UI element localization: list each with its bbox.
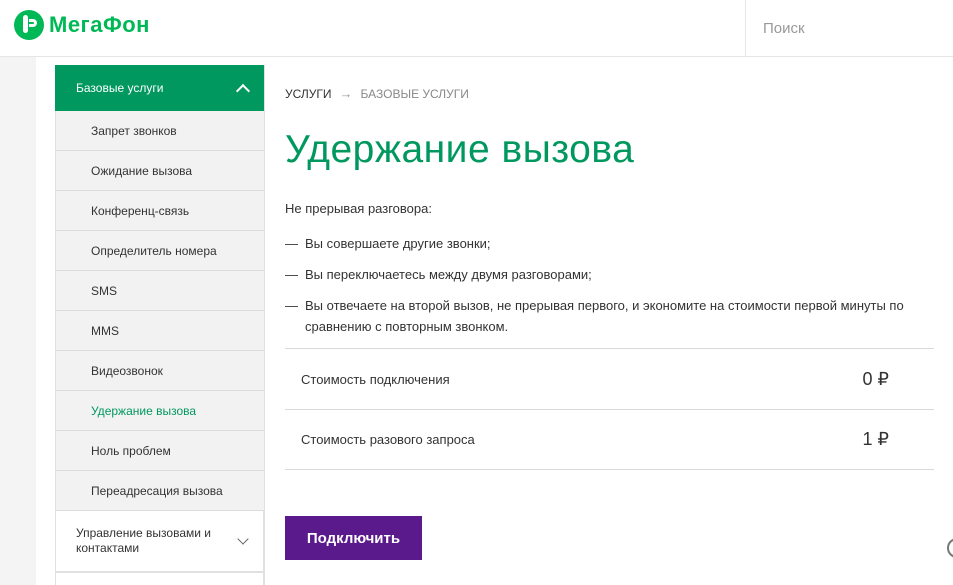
sidebar-item-conference[interactable]: Конференц-связь <box>56 191 264 231</box>
list-item-text: Вы переключаетесь между двумя разговорам… <box>305 267 592 282</box>
sidebar-group-next[interactable] <box>55 572 264 585</box>
sidebar-group-call-management[interactable]: Управление вызовами и контактами <box>55 511 264 572</box>
intro-text: Не прерывая разговора: <box>285 201 432 216</box>
dash-marker: — <box>285 267 298 282</box>
sidebar: Базовые услуги Запрет звонков Ожидание в… <box>55 65 265 585</box>
breadcrumb-basic-services[interactable]: БАЗОВЫЕ УСЛУГИ <box>361 87 469 101</box>
list-item: — Вы совершаете другие звонки; <box>285 233 905 254</box>
sidebar-item-call-barring[interactable]: Запрет звонков <box>56 111 264 151</box>
megafon-logo-icon <box>14 10 44 40</box>
sidebar-item-mms[interactable]: MMS <box>56 311 264 351</box>
sidebar-item-call-forwarding[interactable]: Переадресация вызова <box>56 471 264 511</box>
breadcrumb: УСЛУГИ → БАЗОВЫЕ УСЛУГИ <box>285 86 469 101</box>
sidebar-item-zero-problems[interactable]: Ноль проблем <box>56 431 264 471</box>
sidebar-section-header[interactable]: Базовые услуги <box>55 65 264 111</box>
search-box[interactable] <box>745 0 953 56</box>
price-value: 0 ₽ <box>862 368 889 389</box>
page-margin <box>0 57 36 585</box>
sidebar-item-video-call[interactable]: Видеозвонок <box>56 351 264 391</box>
price-label: Стоимость подключения <box>301 371 450 387</box>
feature-list: — Вы совершаете другие звонки; — Вы перекл… <box>285 233 905 347</box>
sidebar-section-title: Базовые услуги <box>76 81 164 95</box>
list-item-text: Вы отвечаете на второй вызов, не прерыва… <box>305 298 904 334</box>
list-item-text: Вы совершаете другие звонки; <box>305 236 491 251</box>
page-title: Удержание вызова <box>285 128 635 171</box>
breadcrumb-services[interactable]: УСЛУГИ <box>285 87 332 101</box>
sidebar-item-call-waiting[interactable]: Ожидание вызова <box>56 151 264 191</box>
logo-text: МегаФон <box>49 12 150 37</box>
connect-button[interactable]: Подключить <box>285 516 422 560</box>
chevron-down-icon <box>237 533 249 545</box>
chevron-up-icon <box>235 83 251 98</box>
search-input[interactable] <box>763 19 943 37</box>
price-label: Стоимость разового запроса <box>301 432 475 447</box>
price-row-request: Стоимость разового запроса 1 ₽ <box>285 409 934 470</box>
dash-marker: — <box>285 236 298 251</box>
arrow-right-icon: → <box>339 86 353 101</box>
scroll-control-icon[interactable] <box>947 538 953 558</box>
sidebar-item-sms[interactable]: SMS <box>56 271 264 311</box>
list-item: — Вы отвечаете на второй вызов, не прерыв… <box>285 295 905 337</box>
price-row-connection: Стоимость подключения 0 ₽ <box>285 348 934 409</box>
dash-marker: — <box>285 298 298 313</box>
sidebar-group-title: Управление вызовами и контактами <box>76 526 211 555</box>
list-item: — Вы переключаетесь между двумя разговора… <box>285 264 905 285</box>
sidebar-list: Запрет звонков Ожидание вызова Конференц… <box>55 111 264 511</box>
site-header: МегаФон <box>0 0 953 57</box>
sidebar-item-call-hold[interactable]: Удержание вызова <box>56 391 264 431</box>
price-value: 1 ₽ <box>862 429 889 449</box>
sidebar-item-caller-id[interactable]: Определитель номера <box>56 231 264 271</box>
price-table: Стоимость подключения 0 ₽ Стоимость разо… <box>285 348 934 470</box>
megafon-logo[interactable]: МегаФон <box>14 10 150 40</box>
